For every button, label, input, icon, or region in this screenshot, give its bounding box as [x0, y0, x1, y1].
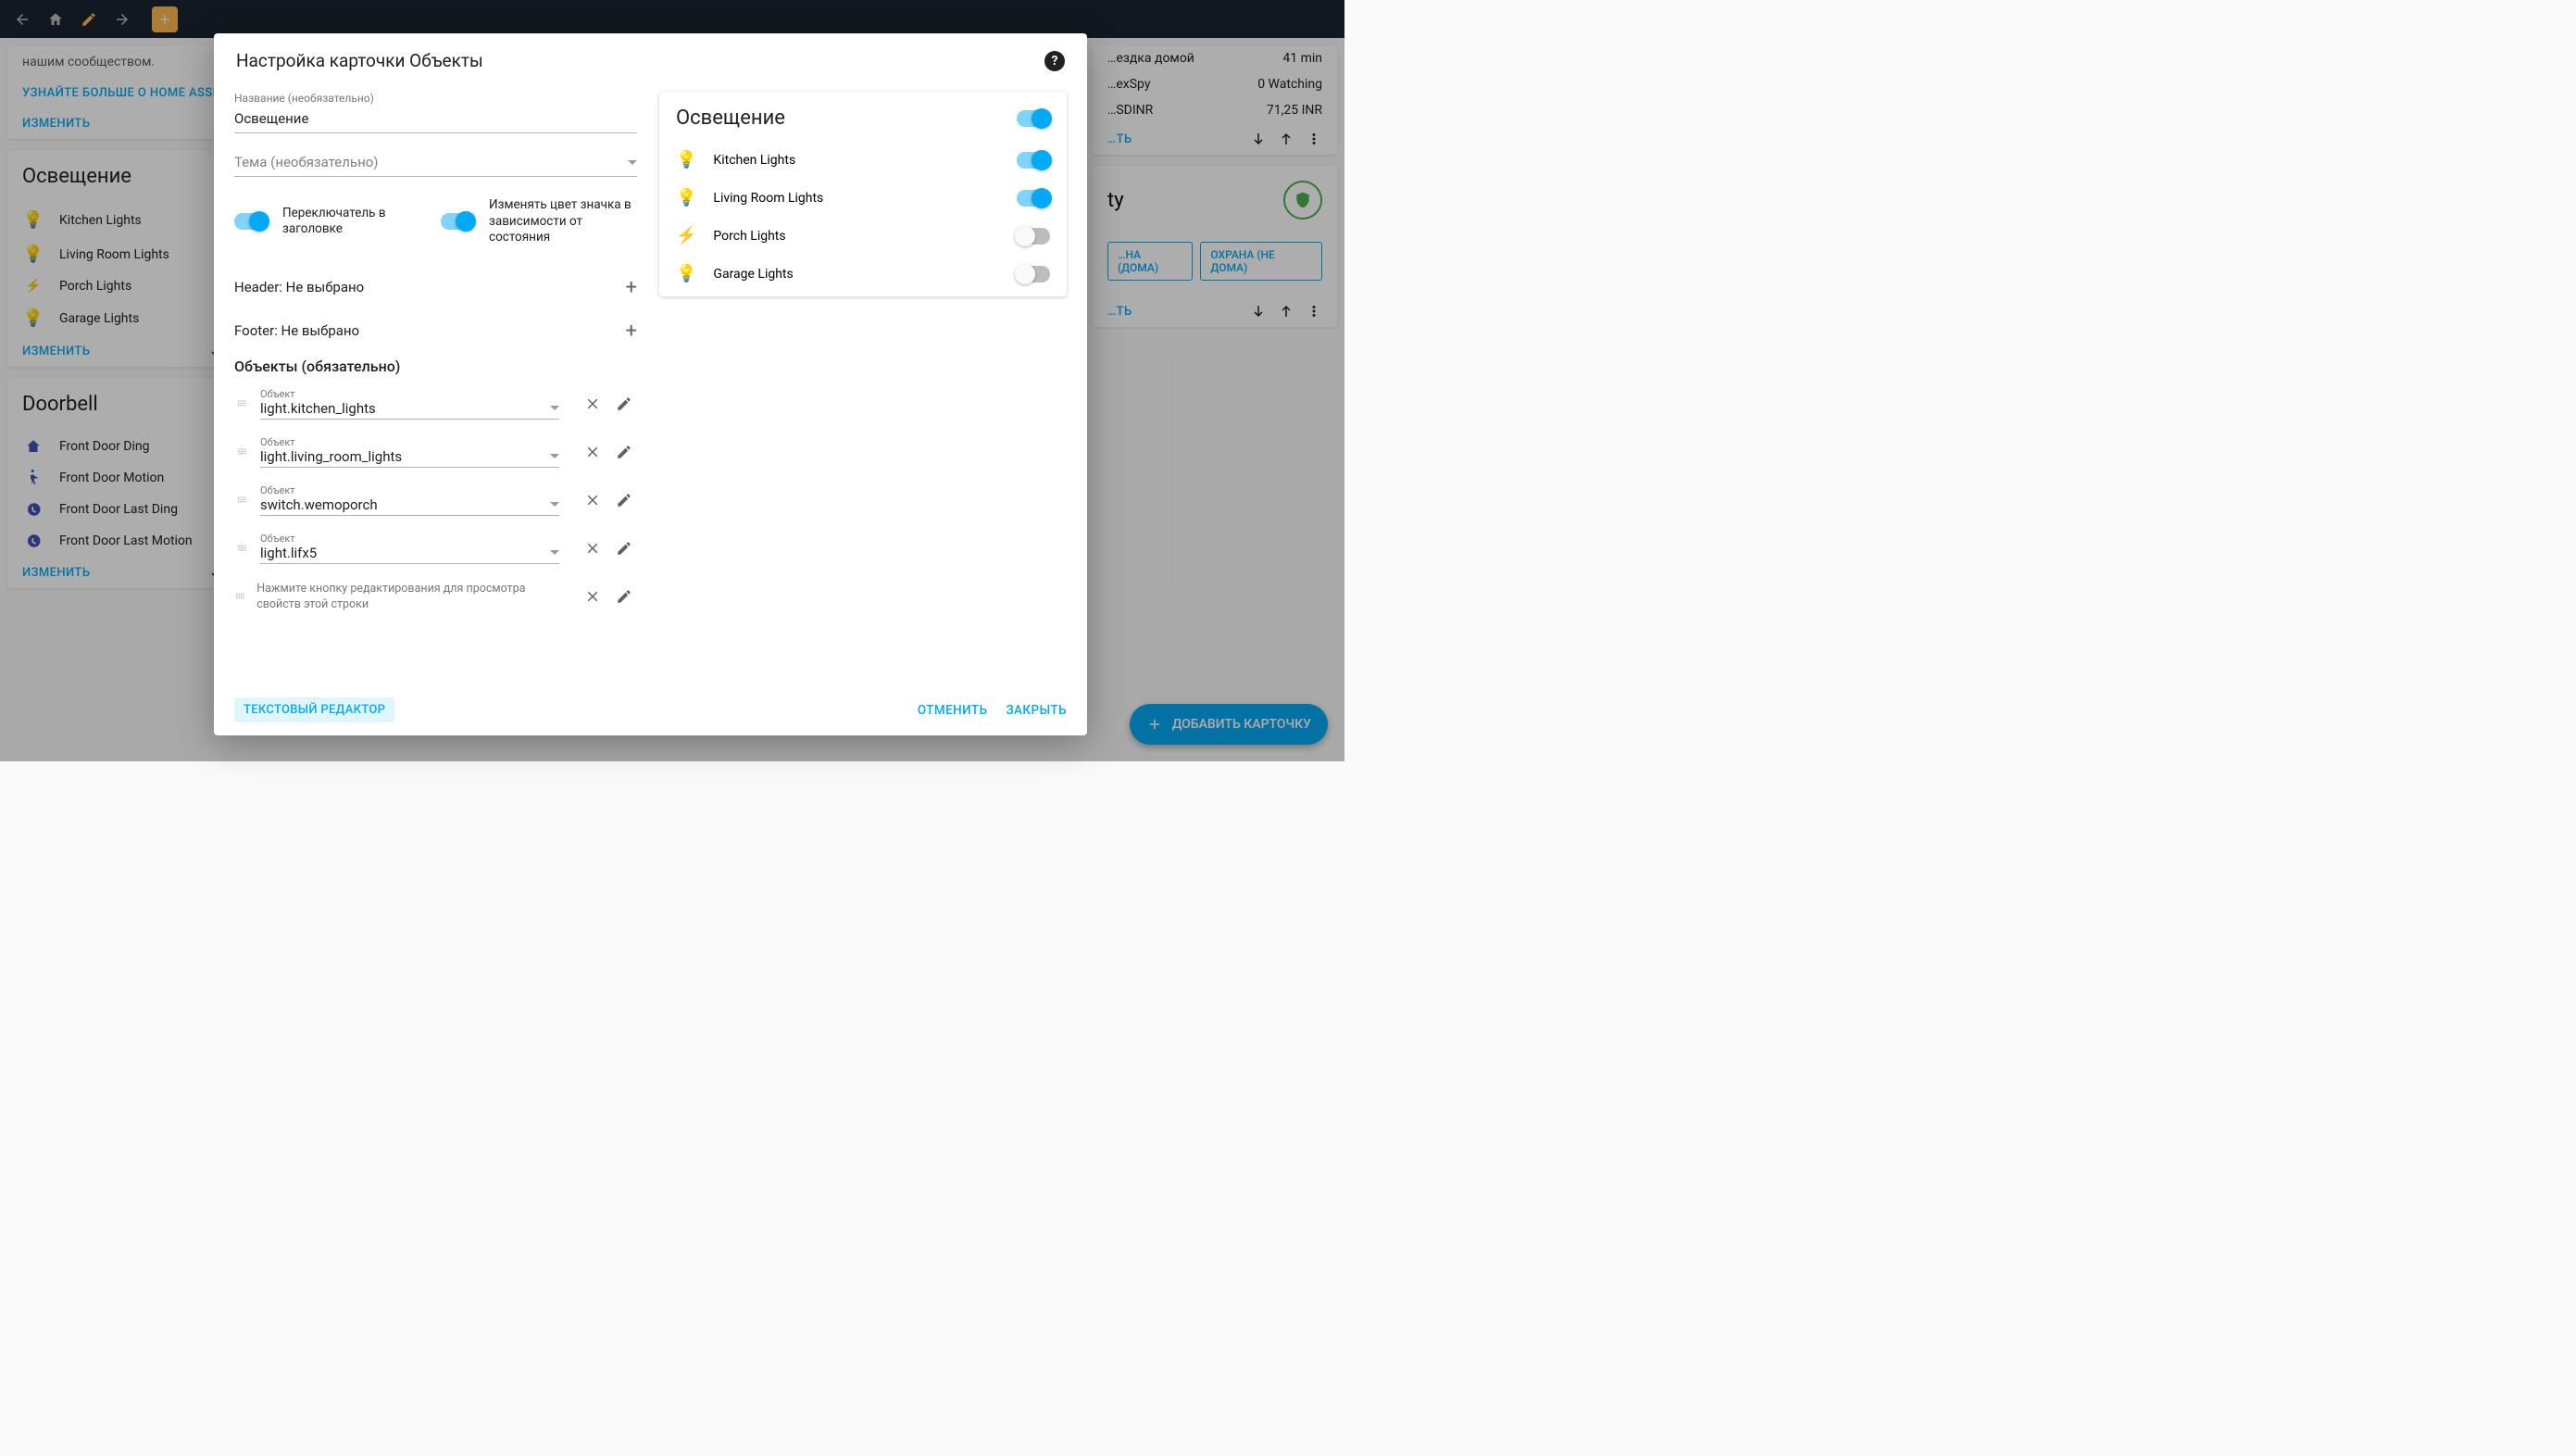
edit-entity-button[interactable]: [611, 487, 637, 513]
remove-entity-button[interactable]: [580, 535, 606, 561]
entity-select[interactable]: light.living_room_lights: [260, 448, 559, 468]
help-icon[interactable]: ?: [1044, 51, 1065, 71]
remove-entity-button[interactable]: [580, 391, 606, 417]
entity-config-row: Объект light.kitchen_lights: [234, 388, 637, 420]
preview-entity-name: Garage Lights: [713, 267, 793, 282]
chevron-down-icon: [550, 502, 559, 507]
chevron-down-icon: [628, 160, 637, 165]
entity-select[interactable]: switch.wemoporch: [260, 496, 559, 516]
flash-icon: ⚡: [676, 226, 696, 245]
preview-entity-row[interactable]: 💡 Living Room Lights: [659, 179, 1067, 217]
header-none-label: Header: Не выбрано: [234, 279, 364, 295]
entities-heading: Объекты (обязательно): [234, 358, 637, 375]
preview-entity-switch[interactable]: [1017, 190, 1050, 207]
remove-entity-button[interactable]: [580, 584, 606, 609]
preview-entity-row[interactable]: 💡 Garage Lights: [659, 255, 1067, 293]
entity-field-label: Объект: [260, 388, 559, 400]
dialog-title: Настройка карточки Объекты: [236, 50, 483, 71]
preview-master-switch[interactable]: [1017, 110, 1050, 127]
add-header-button[interactable]: +: [626, 276, 637, 299]
chevron-down-icon: [550, 406, 559, 410]
header-toggle-switch[interactable]: [234, 213, 268, 230]
preview-entity-name: Living Room Lights: [713, 191, 823, 206]
close-button[interactable]: ЗАКРЫТЬ: [1006, 703, 1067, 718]
drag-handle-icon[interactable]: [234, 397, 251, 410]
state-color-label: Изменять цвет значка в зависимости от со…: [489, 197, 637, 246]
chevron-down-icon: [550, 454, 559, 458]
footer-none-label: Footer: Не выбрано: [234, 322, 359, 339]
entity-select[interactable]: light.kitchen_lights: [260, 400, 559, 420]
text-editor-button[interactable]: ТЕКСТОВЫЙ РЕДАКТОР: [234, 697, 394, 722]
remove-entity-button[interactable]: [580, 439, 606, 465]
add-footer-button[interactable]: +: [626, 320, 637, 343]
entity-config-row: Объект light.living_room_lights: [234, 436, 637, 468]
edit-entity-button[interactable]: [611, 391, 637, 417]
preview-entity-row[interactable]: 💡 Kitchen Lights: [659, 141, 1067, 179]
lightbulb-icon: 💡: [676, 264, 696, 283]
drag-handle-icon[interactable]: [234, 446, 251, 458]
edit-entity-button[interactable]: [611, 584, 637, 609]
lightbulb-icon: 💡: [676, 188, 696, 207]
drag-handle-icon[interactable]: [234, 590, 247, 603]
preview-entity-name: Porch Lights: [713, 229, 785, 244]
edit-entity-button[interactable]: [611, 535, 637, 561]
preview-entity-switch[interactable]: [1017, 228, 1050, 245]
drag-handle-icon[interactable]: [234, 542, 251, 555]
entity-row-note: Нажмите кнопку редактирования для просмо…: [256, 581, 559, 613]
theme-select[interactable]: Тема (необязательно): [234, 154, 637, 177]
preview-entity-switch[interactable]: [1017, 266, 1050, 282]
chevron-down-icon: [550, 550, 559, 555]
preview-card: Освещение 💡 Kitchen Lights 💡 Living Room…: [659, 92, 1067, 296]
card-config-dialog: Настройка карточки Объекты ? Название (н…: [214, 33, 1087, 735]
name-input[interactable]: [234, 107, 637, 133]
preview-entity-switch[interactable]: [1017, 152, 1050, 169]
name-field-label: Название (необязательно): [234, 92, 637, 105]
preview-title: Освещение: [676, 107, 785, 130]
edit-entity-button[interactable]: [611, 439, 637, 465]
entity-select[interactable]: light.lifx5: [260, 545, 559, 564]
state-color-switch[interactable]: [441, 213, 474, 230]
entity-field-label: Объект: [260, 533, 559, 545]
entity-field-label: Объект: [260, 436, 559, 448]
entity-config-row: Объект light.lifx5: [234, 533, 637, 564]
entity-field-label: Объект: [260, 484, 559, 496]
header-toggle-label: Переключатель в заголовке: [282, 206, 426, 238]
cancel-button[interactable]: ОТМЕНИТЬ: [918, 703, 988, 718]
preview-entity-row[interactable]: ⚡ Porch Lights: [659, 217, 1067, 255]
drag-handle-icon[interactable]: [234, 494, 251, 507]
preview-entity-name: Kitchen Lights: [713, 153, 795, 168]
entity-config-row: Объект switch.wemoporch: [234, 484, 637, 516]
remove-entity-button[interactable]: [580, 487, 606, 513]
lightbulb-icon: 💡: [676, 150, 696, 169]
